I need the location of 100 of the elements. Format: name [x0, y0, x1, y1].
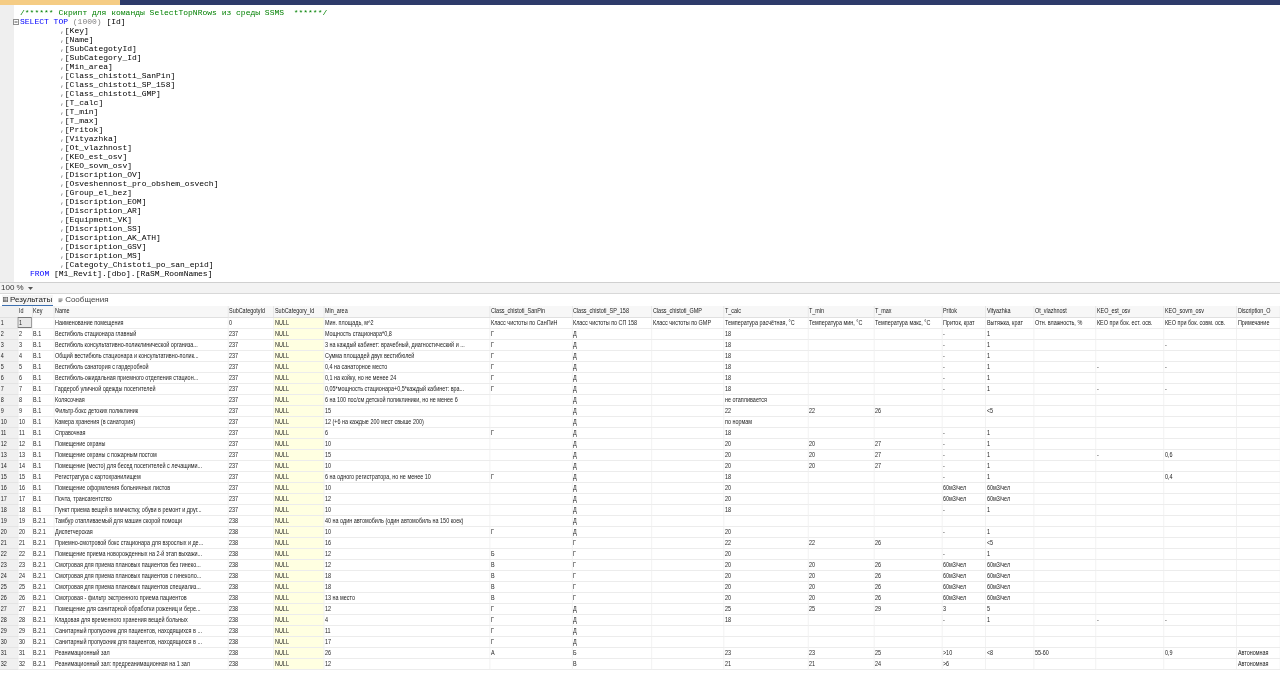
table-cell: 1	[985, 372, 1034, 383]
table-cell: Смотровая для приема плановых пациентов с гинеколо...	[54, 570, 228, 581]
column-header[interactable]: KEO_sovm_osv	[1163, 306, 1237, 317]
table-cell: Помещение (место) для бесед посетителей с лечащими...	[54, 460, 228, 471]
column-header[interactable]: Class_chistoti_SP_158	[571, 306, 652, 317]
table-cell: 238	[228, 614, 274, 625]
table-cell: Д	[571, 361, 652, 372]
table-cell: Г	[489, 350, 572, 361]
column-header[interactable]: Pritok	[941, 306, 986, 317]
table-cell: 20	[807, 438, 874, 449]
row-number[interactable]: 14	[0, 460, 18, 471]
table-cell: 238	[228, 581, 274, 592]
column-header[interactable]: Name	[54, 306, 228, 317]
column-header[interactable]: Discription_O	[1236, 306, 1280, 317]
row-number[interactable]: 4	[0, 350, 18, 361]
result-tab[interactable]: Сообщения	[57, 294, 110, 306]
table-cell: 60м3/чел	[985, 570, 1034, 581]
row-number[interactable]: 7	[0, 383, 18, 394]
table-cell: 237	[228, 394, 274, 405]
code-line: ,[T_calc]	[59, 98, 104, 107]
row-number[interactable]: 28	[0, 614, 18, 625]
table-cell: В.1	[32, 416, 54, 427]
row-number[interactable]: 27	[0, 603, 18, 614]
table-cell: NULL	[274, 504, 324, 515]
table-cell: 18	[18, 504, 32, 515]
table-cell: Реанимационный зал: предреанимационная на 1 зал	[54, 658, 228, 669]
table-cell: 60м3/чел	[941, 570, 986, 581]
column-header[interactable]: SubCategotyId	[228, 306, 274, 317]
row-number[interactable]: 31	[0, 647, 18, 658]
table-cell: 237	[228, 493, 274, 504]
column-header[interactable]: KEO_est_osv	[1095, 306, 1164, 317]
table-cell: Г	[489, 636, 572, 647]
table-cell: В.2.1	[32, 636, 54, 647]
table-cell: Д	[571, 427, 652, 438]
table-cell: Д	[571, 449, 652, 460]
row-number[interactable]: 17	[0, 493, 18, 504]
row-number[interactable]: 15	[0, 471, 18, 482]
row-number[interactable]: 32	[0, 658, 18, 669]
table-cell: В.1	[32, 449, 54, 460]
row-number[interactable]: 25	[0, 581, 18, 592]
table-cell: 27	[18, 603, 32, 614]
column-header[interactable]: Ot_vlazhnost	[1033, 306, 1096, 317]
column-header[interactable]: Vityazhka	[985, 306, 1034, 317]
column-header[interactable]: T_max	[873, 306, 942, 317]
table-cell: 20	[807, 592, 874, 603]
table-cell: В	[489, 581, 572, 592]
column-header[interactable]: T_calc	[723, 306, 808, 317]
row-number[interactable]: 13	[0, 449, 18, 460]
column-header[interactable]: Class_chistoti_SanPin	[489, 306, 572, 317]
table-cell: 30	[18, 636, 32, 647]
table-cell: Д	[571, 383, 652, 394]
result-tab[interactable]: Результаты	[2, 294, 54, 306]
row-number[interactable]: 9	[0, 405, 18, 416]
column-header[interactable]: Min_area	[323, 306, 490, 317]
row-number[interactable]: 20	[0, 526, 18, 537]
code-line: ,[KEO_est_osv]	[59, 152, 128, 161]
row-number[interactable]: 21	[0, 537, 18, 548]
row-number[interactable]: 30	[0, 636, 18, 647]
table-cell: В.1	[32, 493, 54, 504]
table-cell: Температура макс, °С	[873, 317, 942, 328]
row-number[interactable]: 29	[0, 625, 18, 636]
row-number[interactable]: 10	[0, 416, 18, 427]
table-cell: -	[941, 427, 986, 438]
row-number[interactable]: 6	[0, 372, 18, 383]
row-number[interactable]: 11	[0, 427, 18, 438]
row-number[interactable]: 23	[0, 559, 18, 570]
row-number[interactable]: 12	[0, 438, 18, 449]
table-cell: 27	[873, 460, 942, 471]
row-number[interactable]: 1	[0, 317, 18, 328]
code-line: ,[Osveshennost_pro_obshem_osvech]	[59, 179, 219, 188]
table-cell: 21	[18, 537, 32, 548]
row-number[interactable]: 26	[0, 592, 18, 603]
table-cell: КЕО при бок. ест. осв.	[1095, 317, 1164, 328]
table-cell: 12	[323, 493, 490, 504]
table-cell: 18	[723, 339, 808, 350]
table-cell: NULL	[274, 405, 324, 416]
table-cell: Г	[489, 372, 572, 383]
row-number[interactable]: 2	[0, 328, 18, 339]
row-number[interactable]: 16	[0, 482, 18, 493]
table-cell: NULL	[274, 416, 324, 427]
row-number[interactable]: 24	[0, 570, 18, 581]
row-number[interactable]: 3	[0, 339, 18, 350]
table-cell: 18	[723, 350, 808, 361]
table-cell: Общий вестибюль стационара и консультативно-полик...	[54, 350, 228, 361]
row-number[interactable]: 18	[0, 504, 18, 515]
row-number[interactable]: 8	[0, 394, 18, 405]
table-cell: 1	[985, 361, 1034, 372]
table-cell: -	[1163, 361, 1237, 372]
code-line: ,[Name]	[59, 35, 94, 44]
column-header[interactable]: Class_chistoti_GMP	[651, 306, 724, 317]
column-header[interactable]: T_min	[807, 306, 874, 317]
row-number[interactable]: 5	[0, 361, 18, 372]
column-header[interactable]: Key	[32, 306, 54, 317]
row-number[interactable]: 19	[0, 515, 18, 526]
zoom-level[interactable]: 100 %	[1, 283, 24, 293]
column-header[interactable]: SubCategory_Id	[274, 306, 324, 317]
table-cell: NULL	[274, 625, 324, 636]
table-cell: 237	[228, 482, 274, 493]
row-number[interactable]: 22	[0, 548, 18, 559]
table-cell: В.2.1	[32, 537, 54, 548]
